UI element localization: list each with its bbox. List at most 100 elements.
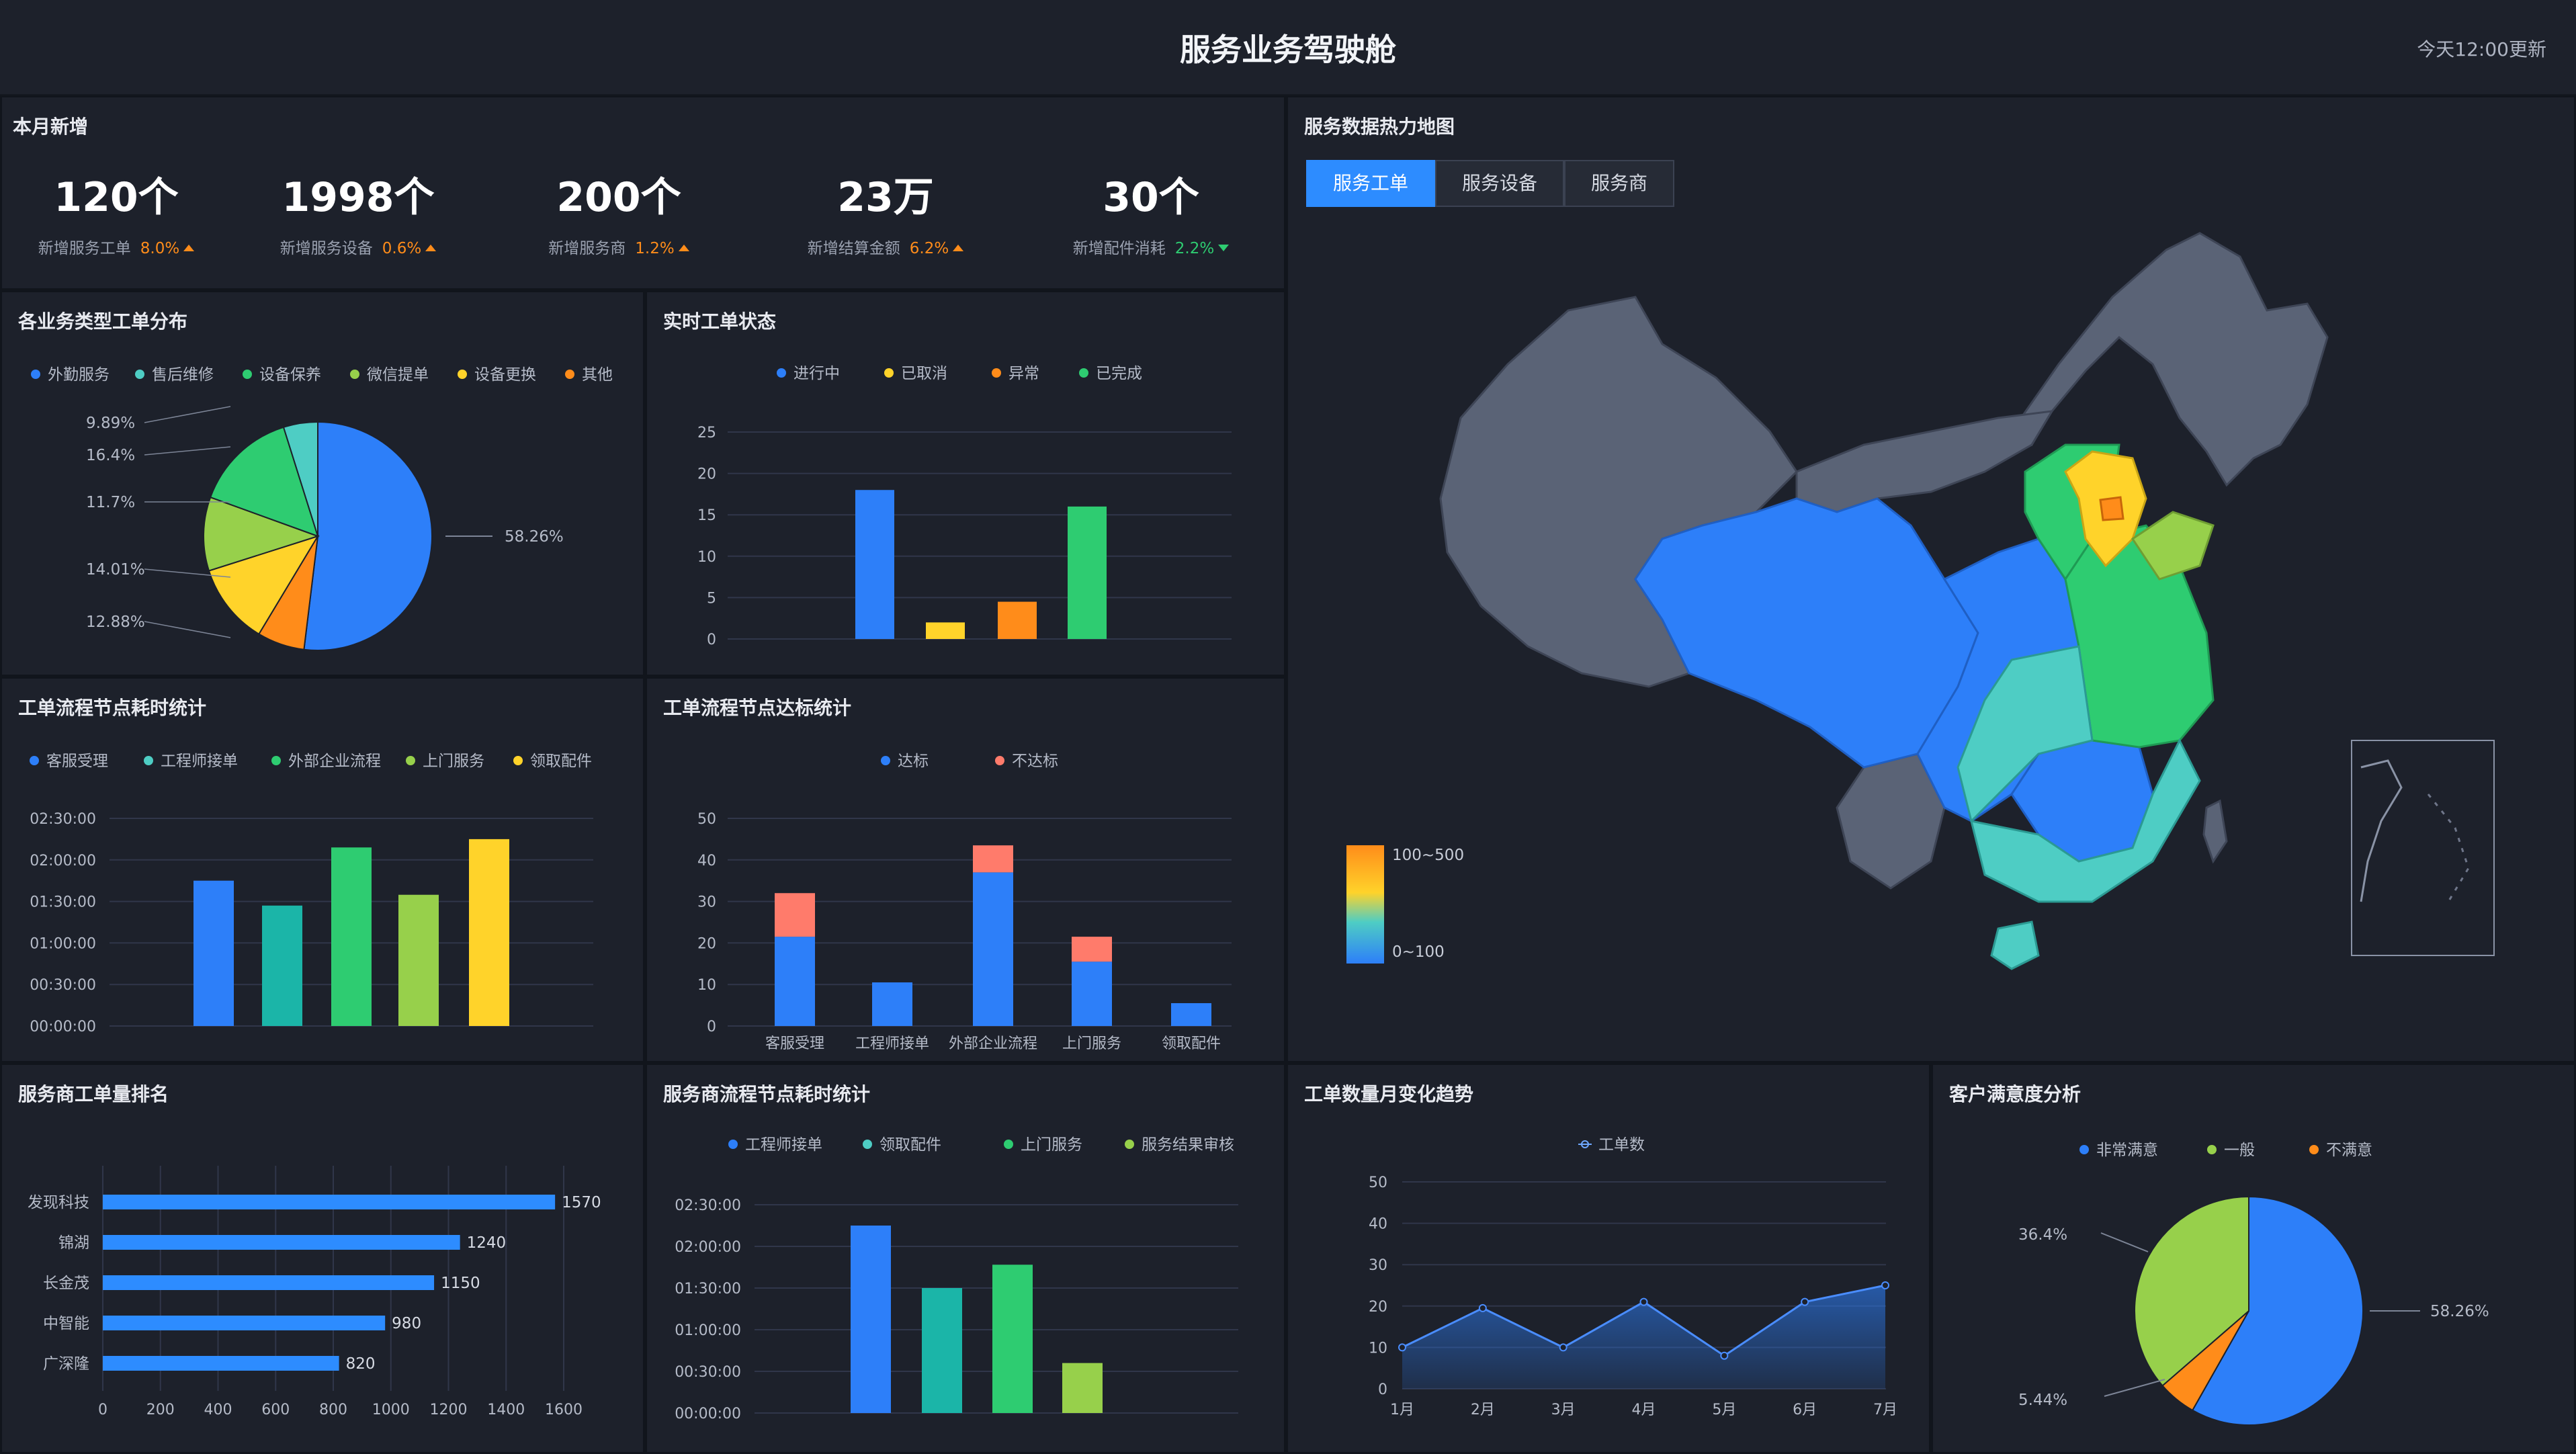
legend-label: 异常 [1008,365,1039,382]
pie-label: 16.4% [86,447,135,464]
data-point [1478,1303,1487,1312]
header: 服务业务驾驶舱 今天12:00更新 [0,0,2576,96]
bar-achieved [775,937,815,1026]
legend-dot [144,756,153,765]
bar-achieved [872,982,912,1026]
y-tick-label: 50 [1369,1174,1387,1191]
legend-dot [513,756,523,765]
y-tick-label: 01:30:00 [30,894,96,911]
legend-label: 客服受理 [46,753,108,770]
kpi-change: 0.6% [382,240,422,257]
bar-missed [1072,937,1112,962]
y-tick-label: 00:00:00 [675,1406,741,1422]
y-tick-label: 02:00:00 [675,1239,741,1256]
bar [1068,506,1107,639]
data-point [1881,1281,1889,1289]
kpi-label: 新增服务工单 [38,240,131,257]
legend-dot [31,370,40,379]
data-point [1559,1343,1568,1352]
legend-label: 已完成 [1096,365,1142,382]
legend-dot [2207,1145,2217,1154]
legend-dot [863,1140,872,1149]
x-tick-label: 1600 [545,1402,583,1418]
y-tick-label: 25 [697,425,716,441]
legend-dot [271,756,281,765]
china-heatmap: 100~500 0~100 [1346,232,2495,970]
heat-legend-low: 0~100 [1392,943,1445,961]
map-region-orange [2099,496,2124,521]
y-tick-label: 锦湖 [58,1234,89,1252]
pie-label: 12.88% [86,613,145,631]
y-tick-label: 中智能 [43,1315,89,1332]
y-tick-label: 01:00:00 [30,935,96,952]
legend-label: 工程师接单 [161,753,238,770]
legend-label: 设备更换 [474,366,536,384]
legend-label: 工单数 [1598,1136,1645,1154]
x-tick-label: 7月 [1873,1402,1897,1418]
data-label: 1150 [441,1275,480,1292]
legend-label: 设备保养 [259,366,321,384]
x-tick-label: 1200 [430,1402,468,1418]
y-tick-label: 40 [1369,1216,1387,1233]
pie-label: 36.4% [2018,1226,2067,1244]
legend-dot [406,756,415,765]
kpi-label: 新增配件消耗 [1072,240,1166,257]
legend-label: 其他 [582,366,613,384]
y-tick-label: 02:30:00 [30,811,96,828]
y-tick-label: 02:30:00 [675,1197,741,1214]
bar [103,1235,460,1250]
y-tick-label: 00:00:00 [30,1019,96,1035]
kpi-label: 新增服务设备 [280,240,373,257]
y-tick-label: 00:30:00 [30,977,96,994]
map-region-hainan [1990,921,2040,970]
x-tick-label: 200 [146,1402,175,1418]
node-time-panel: 工单流程节点耗时统计 客服受理 工程师接单 外部企业流程 上门服务 领取配件 00:00:… [0,677,645,1063]
x-tick-label: 3月 [1551,1402,1576,1418]
data-point [1720,1351,1729,1360]
provider-time-bar-chart: 工程师接单 领取配件 上门服务 服务结果审核 00:00:00 00:30:00 01:00… [675,1136,1238,1422]
kpi-card: 200个 新增服务商 1.2% [484,165,753,258]
x-tick-label: 4月 [1632,1402,1656,1418]
provider-time-panel: 服务商流程节点耗时统计 工程师接单 领取配件 上门服务 服务结果审核 00:00:00 0… [645,1063,1286,1454]
bar [1062,1363,1103,1413]
bar-achieved [1072,961,1112,1026]
legend-dot [1079,368,1088,378]
kpi-value: 30个 [1103,174,1199,221]
y-tick-label: 40 [697,853,716,869]
y-tick-label: 发现科技 [28,1194,89,1211]
x-tick-label: 800 [319,1402,347,1418]
satisfaction-pie-chart: 非常满意 一般 不满意 58.26% 36.4% 5.44% [2018,1142,2489,1426]
bar [103,1316,386,1330]
provider-rank-bar-chart: 0 200 400 600 800 1000 1200 1400 1600 发现科技 1570 锦湖 1… [28,1166,601,1418]
realtime-panel: 实时工单状态 进行中 已取消 异常 已完成 0 5 10 15 20 25 [645,290,1286,677]
map-region-inner-mongolia [1795,410,2054,513]
x-tick-label: 1400 [487,1402,525,1418]
x-tick-label: 2月 [1471,1402,1495,1418]
legend-label: 不达标 [1012,753,1058,770]
y-tick-label: 10 [1369,1340,1387,1357]
heat-legend-bar [1346,845,1384,964]
data-point [1801,1297,1809,1306]
legend-label: 一般 [2224,1142,2255,1159]
legend-label: 售后维修 [152,366,214,384]
map-region-qinghai-sichuan [1634,497,1979,769]
legend-dot [884,368,894,378]
bar [103,1195,556,1209]
kpi-change: 6.2% [909,240,949,257]
y-tick-label: 30 [697,894,716,911]
legend-dot [135,370,144,379]
y-tick-label: 10 [697,977,716,994]
legend-dot [30,756,39,765]
y-tick-label: 02:00:00 [30,853,96,869]
y-tick-label: 长金茂 [43,1275,89,1292]
legend-label: 外勤服务 [48,366,110,384]
pie-label: 58.26% [2430,1303,2489,1320]
legend-label: 上门服务 [423,753,484,770]
bar [398,894,439,1026]
x-tick-label: 1000 [372,1402,410,1418]
legend-label: 不满意 [2326,1142,2372,1159]
y-tick-label: 广深隆 [43,1355,89,1373]
y-tick-label: 20 [697,466,716,483]
pie-label: 14.01% [86,561,145,579]
legend-dot [777,368,786,378]
